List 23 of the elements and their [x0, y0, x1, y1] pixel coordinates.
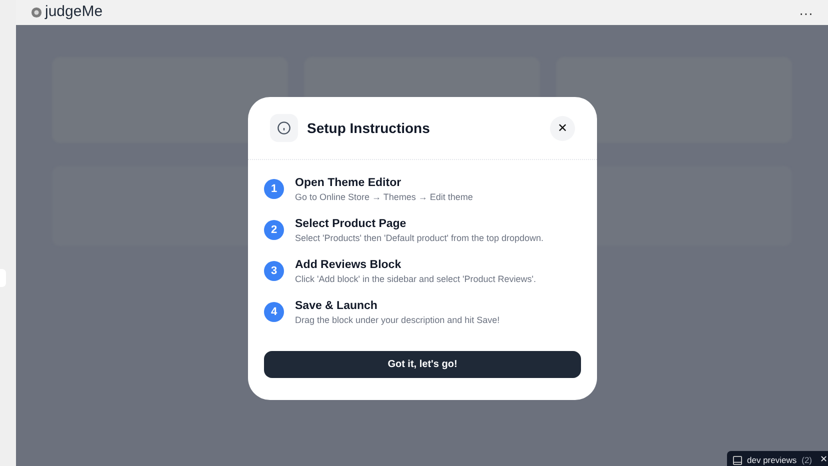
- dev-count: (2): [802, 454, 812, 466]
- close-button[interactable]: ✕: [550, 116, 575, 140]
- info-icon: [277, 121, 291, 135]
- step-description: Go to Online Store → Themes → Edit theme: [295, 191, 473, 204]
- step-title: Save & Launch: [295, 299, 378, 314]
- step-description: Click 'Add block' in the sidebar and select 'Product Reviews'.: [295, 273, 536, 286]
- modal-title: Setup Instructions: [307, 118, 430, 138]
- close-button[interactable]: ✕: [820, 453, 828, 466]
- logo-icon: [31, 7, 42, 18]
- more-menu[interactable]: ···: [799, 6, 813, 20]
- step-title: Select Product Page: [295, 217, 408, 232]
- step-title: Open Theme Editor: [295, 176, 402, 191]
- panel-icon: [733, 456, 742, 464]
- step-number: 1: [264, 179, 284, 199]
- step-number: 4: [264, 302, 284, 322]
- confirm-button[interactable]: Got it, let's go!: [264, 351, 581, 378]
- step-number: 3: [264, 261, 284, 281]
- app-name: judgeMe: [45, 2, 103, 22]
- step-description: Drag the block under your description and hit Save!: [295, 314, 500, 327]
- dev-label: dev previews: [747, 454, 797, 466]
- step-title: Add Reviews Block: [295, 258, 402, 273]
- step-description: Select 'Products' then 'Default product' from the top dropdown.: [295, 232, 544, 245]
- step-number: 2: [264, 220, 284, 240]
